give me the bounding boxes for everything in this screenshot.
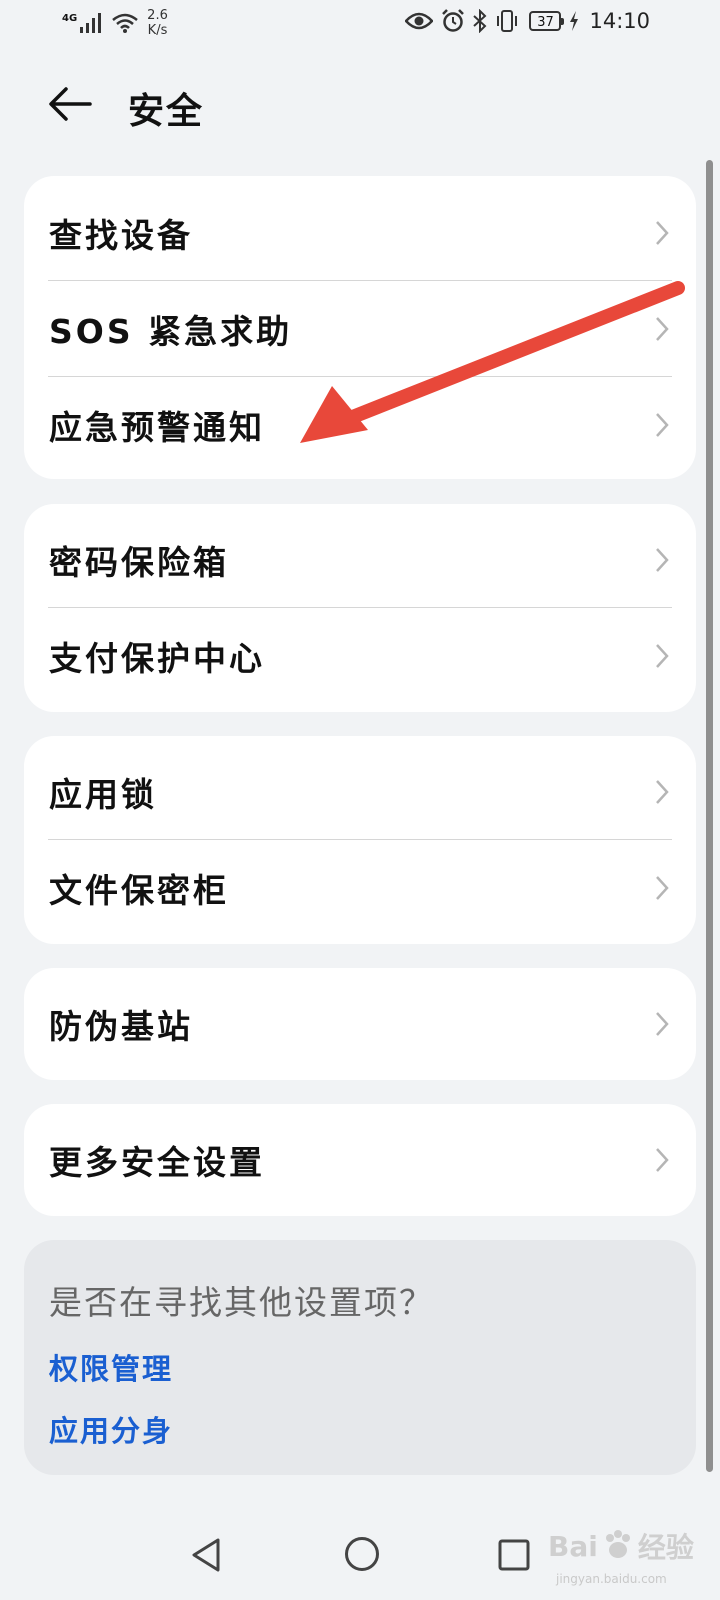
watermark: Bai 经验 <box>548 1526 694 1566</box>
paw-icon <box>605 1530 630 1558</box>
menu-item-label: 防伪基站 <box>49 1006 193 1046</box>
settings-group-4: 防伪基站 <box>24 968 696 1080</box>
page-title: 安全 <box>128 91 205 132</box>
chevron-right-icon <box>656 643 669 668</box>
charging-icon <box>570 11 579 31</box>
watermark-brand-b: 经验 <box>637 1531 694 1564</box>
menu-item-more-security[interactable]: 更多安全设置 <box>24 1112 696 1207</box>
speed-unit: K/s <box>147 23 168 38</box>
menu-item-app-lock[interactable]: 应用锁 <box>24 744 696 839</box>
menu-item-label: 更多安全设置 <box>49 1142 265 1182</box>
battery-level: 37 <box>537 15 554 30</box>
suggestion-title: 是否在寻找其他设置项？ <box>49 1283 434 1322</box>
link-app-twin[interactable]: 应用分身 <box>49 1408 173 1450</box>
chevron-right-icon <box>656 1147 669 1172</box>
clock: 14:10 <box>589 9 650 33</box>
menu-item-label: 文件保密柜 <box>49 870 229 910</box>
bluetooth-icon <box>473 9 487 33</box>
suggestion-card: 是否在寻找其他设置项？ 权限管理 应用分身 <box>24 1240 696 1475</box>
chevron-right-icon <box>656 779 669 804</box>
nav-back-icon[interactable] <box>188 1536 224 1574</box>
link-permission-management[interactable]: 权限管理 <box>49 1346 173 1388</box>
scrollbar[interactable] <box>706 160 713 1472</box>
chevron-right-icon <box>656 875 669 900</box>
speed-value: 2.6 <box>147 8 168 23</box>
menu-item-label: 应用锁 <box>49 774 157 814</box>
menu-item-find-device[interactable]: 查找设备 <box>24 185 696 280</box>
network-type: 4G <box>62 12 78 24</box>
menu-item-label: 查找设备 <box>49 215 193 255</box>
settings-group-3: 应用锁 文件保密柜 <box>24 736 696 944</box>
menu-item-label: 支付保护中心 <box>49 638 265 678</box>
annotation-arrow-icon <box>300 281 685 443</box>
watermark-url: jingyan.baidu.com <box>556 1572 667 1586</box>
chevron-right-icon <box>656 547 669 572</box>
menu-item-fake-base-station[interactable]: 防伪基站 <box>24 976 696 1071</box>
app-header: 安全 <box>0 60 720 150</box>
chevron-right-icon <box>656 220 669 245</box>
battery-icon: 37 <box>529 11 565 31</box>
eye-icon <box>405 12 434 30</box>
menu-item-label: 密码保险箱 <box>49 542 229 582</box>
nav-recent-apps-icon[interactable] <box>497 1538 531 1572</box>
status-bar: 4G 2.6 K/s 37 14:10 <box>0 0 720 48</box>
menu-item-payment-protection[interactable]: 支付保护中心 <box>24 608 696 703</box>
settings-group-2: 密码保险箱 支付保护中心 <box>24 504 696 712</box>
network-speed: 2.6 K/s <box>147 8 168 38</box>
menu-item-file-safe[interactable]: 文件保密柜 <box>24 840 696 935</box>
vibrate-icon <box>497 10 518 32</box>
status-right: 37 14:10 <box>397 9 650 33</box>
status-left: 4G 2.6 K/s <box>62 8 168 38</box>
watermark-brand-a: Bai <box>548 1529 598 1563</box>
chevron-right-icon <box>656 1011 669 1036</box>
menu-item-password-vault[interactable]: 密码保险箱 <box>24 512 696 607</box>
settings-group-5: 更多安全设置 <box>24 1104 696 1216</box>
alarm-icon <box>442 9 465 32</box>
menu-item-label: 应急预警通知 <box>49 407 265 447</box>
menu-item-label: SOS 紧急求助 <box>49 311 293 351</box>
nav-home-icon[interactable] <box>343 1535 381 1573</box>
back-arrow-icon[interactable] <box>46 82 94 126</box>
signal-icon <box>80 13 102 33</box>
wifi-icon <box>112 13 138 33</box>
